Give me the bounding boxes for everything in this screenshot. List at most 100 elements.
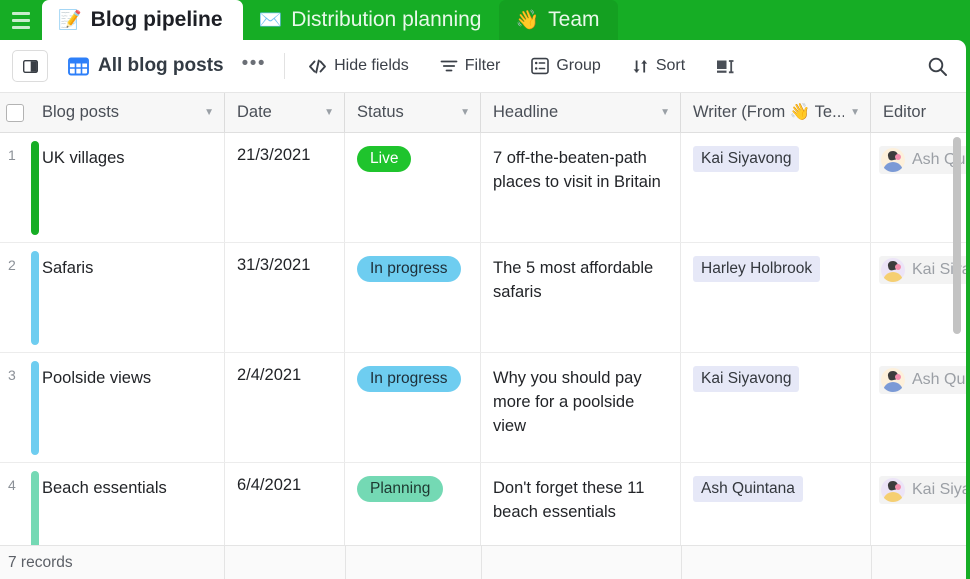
chevron-down-icon[interactable]: ▼: [660, 107, 670, 118]
toolbar-item-label: Filter: [464, 57, 501, 74]
footer-segment: [225, 545, 346, 579]
row-number: 1: [8, 147, 16, 163]
record-count: 7 records: [0, 545, 225, 579]
memo-icon: 📝: [58, 9, 82, 31]
tab-blog-pipeline[interactable]: 📝 Blog pipeline: [42, 0, 243, 40]
envelope-icon: ✉️: [258, 9, 283, 31]
column-header-editor[interactable]: Editor: [871, 93, 966, 132]
table-row[interactable]: 1 UK villages 21/3/2021 Live 7 off-the-b…: [0, 133, 966, 243]
select-all-checkbox[interactable]: [6, 103, 24, 122]
search-button[interactable]: [922, 51, 952, 81]
cell-value: Why you should pay more for a poolside v…: [493, 369, 642, 435]
row-number: 3: [8, 367, 16, 383]
cell-value: UK villages: [42, 149, 125, 167]
status-badge: In progress: [357, 256, 461, 282]
editor-collaborator: Kai Siyavong: [879, 476, 966, 504]
hide-fields-button[interactable]: Hide fields: [301, 53, 416, 79]
avatar: [881, 148, 905, 172]
cell-editor[interactable]: Kai Siyavong: [871, 243, 966, 352]
table-row[interactable]: 2 Safaris 31/3/2021 In progress The 5 mo…: [0, 243, 966, 353]
toolbar-divider: [284, 53, 286, 79]
status-badge: Live: [357, 146, 412, 172]
cell-blog-post-name[interactable]: Safaris: [30, 243, 225, 352]
view-name-label: All blog posts: [98, 55, 224, 76]
column-header-writer[interactable]: Writer (From 👋 Te... ▼: [681, 93, 871, 132]
sidebar-toggle-icon: [22, 59, 38, 73]
cell-headline[interactable]: The 5 most affordable safaris: [481, 243, 681, 352]
column-label: Date: [237, 103, 272, 121]
cell-value: Don't forget these 11 beach essentials: [493, 479, 645, 521]
chevron-down-icon[interactable]: ▼: [324, 107, 334, 118]
column-header-headline[interactable]: Headline ▼: [481, 93, 681, 132]
cell-status[interactable]: In progress: [345, 243, 481, 352]
tab-label: Blog pipeline: [90, 8, 223, 31]
grid-view-icon: [68, 57, 89, 75]
chevron-down-icon[interactable]: ▼: [204, 107, 214, 118]
row-number: 4: [8, 477, 16, 493]
toolbar-item-label: Sort: [655, 57, 686, 74]
cell-value: 7 off-the-beaten-path places to visit in…: [493, 149, 661, 191]
writer-chip: Harley Holbrook: [693, 256, 821, 282]
avatar: [881, 368, 905, 392]
cell-editor[interactable]: Ash Quintana: [871, 353, 966, 462]
toolbar-item-label: Hide fields: [334, 57, 409, 74]
cell-status[interactable]: Live: [345, 133, 481, 242]
cell-writer[interactable]: Kai Siyavong: [681, 133, 871, 242]
view-selector-button[interactable]: All blog posts: [64, 52, 228, 80]
cell-headline[interactable]: 7 off-the-beaten-path places to visit in…: [481, 133, 681, 242]
row-height-button[interactable]: [709, 54, 742, 79]
sort-button[interactable]: Sort: [625, 53, 692, 79]
vertical-scrollbar[interactable]: [953, 137, 961, 334]
column-header-blog-posts[interactable]: Blog posts ▼: [30, 93, 225, 132]
filter-button[interactable]: Filter: [433, 53, 508, 79]
table-row[interactable]: 3 Poolside views 2/4/2021 In progress Wh…: [0, 353, 966, 463]
chevron-down-icon[interactable]: ▼: [850, 107, 860, 118]
cell-blog-post-name[interactable]: Poolside views: [30, 353, 225, 462]
main-panel: All blog posts ••• Hide fields Filter Gr…: [0, 40, 966, 579]
cell-value: Beach essentials: [42, 479, 167, 497]
column-label: Headline: [493, 103, 559, 121]
row-height-icon: [717, 59, 734, 73]
filter-icon: [440, 60, 458, 72]
status-badge: Planning: [357, 476, 444, 502]
editor-collaborator: Ash Quintana: [879, 366, 966, 394]
column-label: Writer (From 👋 Te...: [693, 103, 845, 121]
row-number-cell: 3: [0, 353, 39, 462]
column-header-date[interactable]: Date ▼: [225, 93, 345, 132]
hide-fields-icon: [309, 59, 327, 73]
view-more-options-button[interactable]: •••: [242, 54, 266, 79]
cell-date[interactable]: 31/3/2021: [225, 243, 345, 352]
cell-value: 2/4/2021: [237, 366, 302, 384]
grid-footer: 7 records: [0, 545, 966, 579]
records-grid[interactable]: Blog posts ▼ Date ▼ Status ▼ Headline ▼ …: [0, 93, 966, 579]
editor-name: Ash Quintana: [912, 371, 966, 388]
hamburger-menu-icon[interactable]: [0, 0, 42, 40]
cell-value: 31/3/2021: [237, 256, 311, 274]
cell-blog-post-name[interactable]: UK villages: [30, 133, 225, 242]
writer-chip: Ash Quintana: [693, 476, 803, 502]
group-button[interactable]: Group: [524, 53, 607, 79]
column-header-status[interactable]: Status ▼: [345, 93, 481, 132]
tab-label: Team: [548, 8, 600, 31]
tab-distribution-planning[interactable]: ✉️ Distribution planning: [243, 0, 500, 40]
footer-segment: [346, 545, 482, 579]
avatar: [881, 478, 905, 502]
select-all-cell[interactable]: [0, 93, 30, 132]
sidebar-toggle-button[interactable]: [12, 50, 48, 82]
cell-writer[interactable]: Harley Holbrook: [681, 243, 871, 352]
cell-date[interactable]: 2/4/2021: [225, 353, 345, 462]
cell-writer[interactable]: Kai Siyavong: [681, 353, 871, 462]
editor-name: Kai Siyavong: [912, 481, 966, 498]
tab-label: Distribution planning: [291, 8, 482, 31]
window-right-edge: [966, 0, 970, 579]
cell-date[interactable]: 21/3/2021: [225, 133, 345, 242]
cell-editor[interactable]: Ash Quintana: [871, 133, 966, 242]
cell-value: The 5 most affordable safaris: [493, 259, 654, 301]
row-number-cell: 1: [0, 133, 39, 242]
column-label: Blog posts: [42, 103, 120, 121]
tab-bar: 📝 Blog pipeline ✉️ Distribution planning…: [0, 0, 970, 40]
cell-status[interactable]: In progress: [345, 353, 481, 462]
tab-team[interactable]: 👋 Team: [499, 0, 618, 40]
cell-headline[interactable]: Why you should pay more for a poolside v…: [481, 353, 681, 462]
chevron-down-icon[interactable]: ▼: [460, 107, 470, 118]
